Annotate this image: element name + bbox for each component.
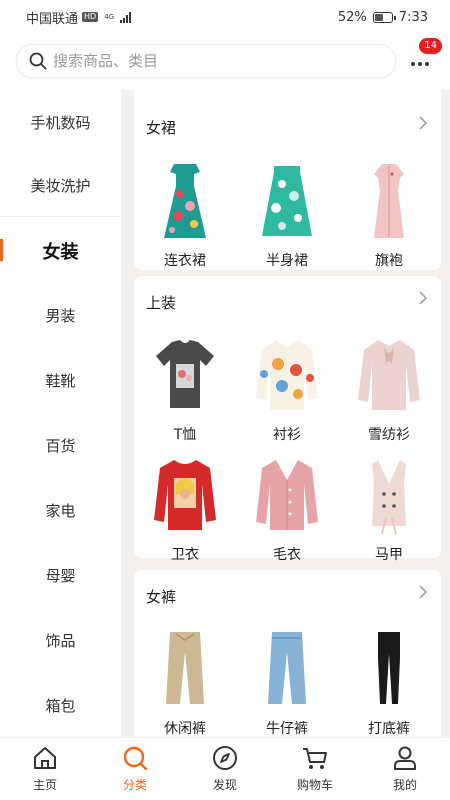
more-dot	[425, 62, 429, 66]
sidebar-item-appliances[interactable]: 家电	[0, 478, 121, 543]
sidebar-item-phones[interactable]: 手机数码	[0, 90, 121, 155]
search-box[interactable]	[16, 44, 396, 78]
battery-icon	[372, 11, 396, 23]
category-item[interactable]: 休闲裤	[134, 622, 236, 737]
bottom-tab-bar: 主页 分类 发现 购物车 我的	[0, 737, 450, 800]
jeans-icon	[268, 632, 306, 704]
search-icon	[29, 52, 47, 70]
cart-icon	[303, 748, 327, 769]
shirt-icon	[256, 340, 318, 410]
network-type: 4G	[104, 12, 115, 21]
tab-me[interactable]: 我的	[360, 738, 450, 800]
section-card-tops: 上装 T恤 衬衫 雪纺衫 卫衣 毛衣 马甲	[134, 276, 441, 563]
category-item[interactable]: 卫衣	[134, 448, 236, 568]
category-sidebar: 手机数码 美妆洗护 女装 男装 鞋靴 百货 家电 母婴 饰品 箱包	[0, 90, 121, 737]
leggings-icon	[378, 632, 400, 704]
category-item[interactable]: 半身裙	[236, 154, 338, 274]
section-title: 女裙	[146, 119, 177, 137]
chevron-right-icon[interactable]	[417, 115, 429, 131]
item-label: 连衣裙	[164, 253, 206, 269]
sidebar-item-mens-clothing[interactable]: 男装	[0, 283, 121, 348]
battery-percent: 52%	[337, 9, 367, 25]
item-label: 卫衣	[171, 547, 199, 563]
sidebar-item-beauty[interactable]: 美妆洗护	[0, 153, 121, 218]
more-dot	[411, 62, 415, 66]
item-label: 半身裙	[266, 253, 308, 269]
tab-label: 我的	[392, 778, 417, 792]
section-card-skirts: 女裙 连衣裙 半身裙 旗袍	[134, 90, 441, 270]
carrier-name: 中国联通	[26, 11, 79, 27]
item-label: 牛仔裤	[266, 721, 308, 737]
item-label: 雪纺衫	[368, 427, 410, 443]
item-label: 毛衣	[273, 547, 301, 563]
home-icon	[34, 747, 56, 769]
more-dot	[418, 62, 422, 66]
qipao-icon	[374, 164, 404, 238]
status-left: 中国联通 HD 4G	[26, 8, 132, 27]
section-card-pants: 女裤 休闲裤 牛仔裤 打底裤	[134, 570, 441, 737]
tab-discover[interactable]: 发现	[180, 738, 270, 800]
category-item[interactable]: T恤	[134, 328, 236, 448]
sidebar-item-bags[interactable]: 箱包	[0, 673, 121, 737]
profile-icon	[394, 746, 416, 770]
tab-cart[interactable]: 购物车	[270, 738, 360, 800]
sweater-icon	[256, 460, 318, 530]
chevron-right-icon[interactable]	[417, 584, 429, 600]
chevron-right-icon[interactable]	[417, 290, 429, 306]
category-item[interactable]: 打底裤	[338, 622, 440, 737]
tab-label: 分类	[122, 778, 147, 792]
search-bar-row: 14	[0, 34, 450, 90]
status-bar: 中国联通 HD 4G 52% 7:33	[0, 0, 450, 34]
category-item[interactable]: 马甲	[338, 448, 440, 568]
more-menu-button[interactable]	[408, 52, 432, 76]
sweatshirt-icon	[154, 460, 216, 530]
network-label: 4G	[104, 12, 115, 21]
category-content: 女裙 连衣裙 半身裙 旗袍 上装 T恤 衬衫 雪纺衫 卫衣 毛衣 马甲 女裤 休…	[121, 90, 450, 737]
search-input[interactable]	[53, 52, 353, 70]
floral-dress-icon	[164, 164, 206, 238]
category-item[interactable]: 衬衫	[236, 328, 338, 448]
sidebar-item-baby[interactable]: 母婴	[0, 543, 121, 608]
tab-category[interactable]: 分类	[90, 738, 180, 800]
sidebar-item-womens-clothing[interactable]: 女装	[0, 218, 121, 283]
battery-level	[374, 13, 384, 21]
item-label: 马甲	[375, 547, 403, 563]
item-label: T恤	[173, 427, 197, 443]
signal-icon	[120, 11, 132, 23]
tab-label: 发现	[212, 778, 237, 792]
compass-icon	[213, 746, 237, 770]
item-label: 旗袍	[375, 253, 403, 269]
category-item[interactable]: 连衣裙	[134, 154, 236, 274]
sidebar-item-accessories[interactable]: 饰品	[0, 608, 121, 673]
section-title: 女裤	[146, 588, 177, 606]
status-right: 52% 7:33	[338, 10, 428, 25]
section-item-grid: 休闲裤 牛仔裤 打底裤	[134, 622, 441, 737]
vest-icon	[372, 460, 406, 535]
sidebar-item-general[interactable]: 百货	[0, 413, 121, 478]
item-label: 休闲裤	[164, 721, 206, 737]
clock: 7:33	[398, 9, 428, 25]
casual-pants-icon	[166, 632, 204, 704]
section-item-grid: 连衣裙 半身裙 旗袍	[134, 154, 441, 274]
tab-home[interactable]: 主页	[0, 738, 90, 800]
section-item-grid: T恤 衬衫 雪纺衫 卫衣 毛衣 马甲	[134, 328, 441, 568]
category-item[interactable]: 毛衣	[236, 448, 338, 568]
hd-icon: HD	[82, 12, 99, 22]
category-item[interactable]: 旗袍	[338, 154, 440, 274]
item-label: 衬衫	[273, 427, 301, 443]
tshirt-icon	[156, 340, 214, 408]
category-search-icon	[123, 746, 148, 771]
notification-badge: 14	[419, 38, 442, 54]
section-title: 上装	[146, 294, 177, 312]
tab-label: 主页	[32, 778, 57, 792]
sidebar-item-shoes[interactable]: 鞋靴	[0, 348, 121, 413]
item-label: 打底裤	[368, 721, 410, 737]
skirt-icon	[262, 166, 312, 236]
tab-label: 购物车	[296, 778, 333, 792]
chiffon-blouse-icon	[358, 340, 420, 410]
category-item[interactable]: 牛仔裤	[236, 622, 338, 737]
category-item[interactable]: 雪纺衫	[338, 328, 440, 448]
